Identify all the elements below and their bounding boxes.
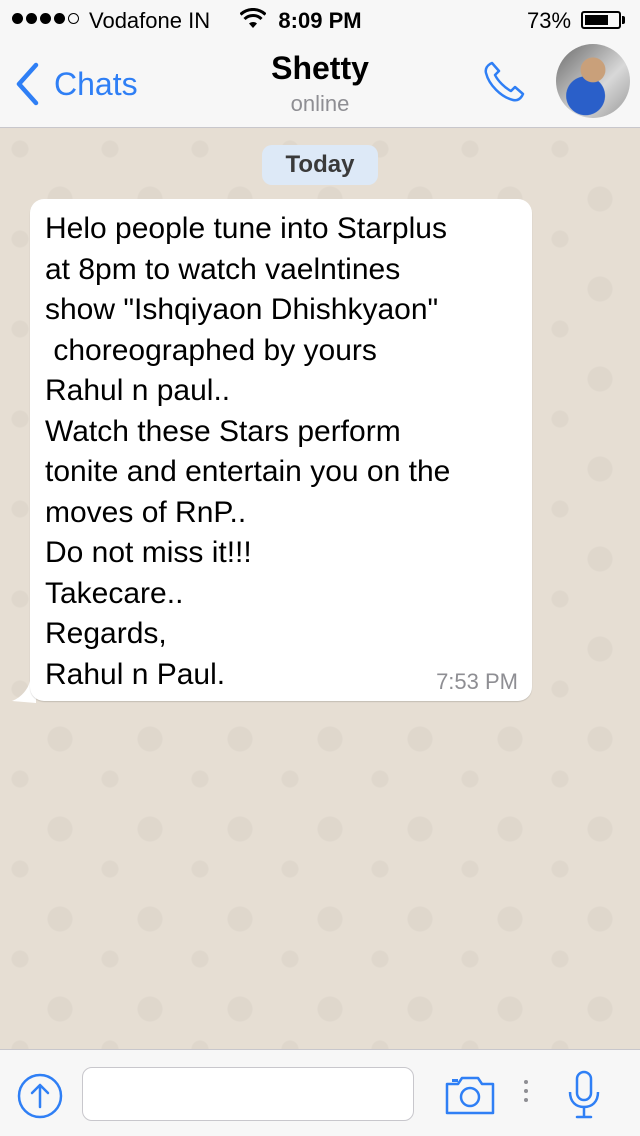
message-input[interactable] bbox=[82, 1067, 414, 1121]
microphone-icon[interactable] bbox=[566, 1070, 602, 1120]
message-bubble[interactable]: Helo people tune into Starplus at 8pm to… bbox=[30, 199, 532, 701]
chat-area[interactable]: Today Helo people tune into Starplus at … bbox=[0, 129, 640, 1049]
status-bar: Vodafone IN 8:09 PM 73% bbox=[0, 0, 640, 40]
phone-icon[interactable] bbox=[480, 58, 528, 106]
arrow-up-circle-icon[interactable] bbox=[16, 1072, 64, 1120]
battery-percent: 73% bbox=[527, 8, 572, 33]
avatar[interactable] bbox=[556, 44, 630, 118]
presence-status: online bbox=[290, 91, 350, 116]
chat-header: Chats Shetty online bbox=[0, 40, 640, 128]
contact-info[interactable]: Shetty online bbox=[0, 50, 640, 117]
date-separator: Today bbox=[262, 145, 378, 185]
message-time: 7:53 PM bbox=[436, 669, 518, 694]
more-dots-icon[interactable] bbox=[524, 1080, 528, 1102]
contact-name: Shetty bbox=[271, 50, 369, 86]
message-text: Helo people tune into Starplus at 8pm to… bbox=[45, 212, 451, 691]
battery-icon bbox=[581, 11, 621, 29]
input-bar bbox=[0, 1049, 640, 1136]
camera-icon[interactable] bbox=[444, 1074, 496, 1116]
